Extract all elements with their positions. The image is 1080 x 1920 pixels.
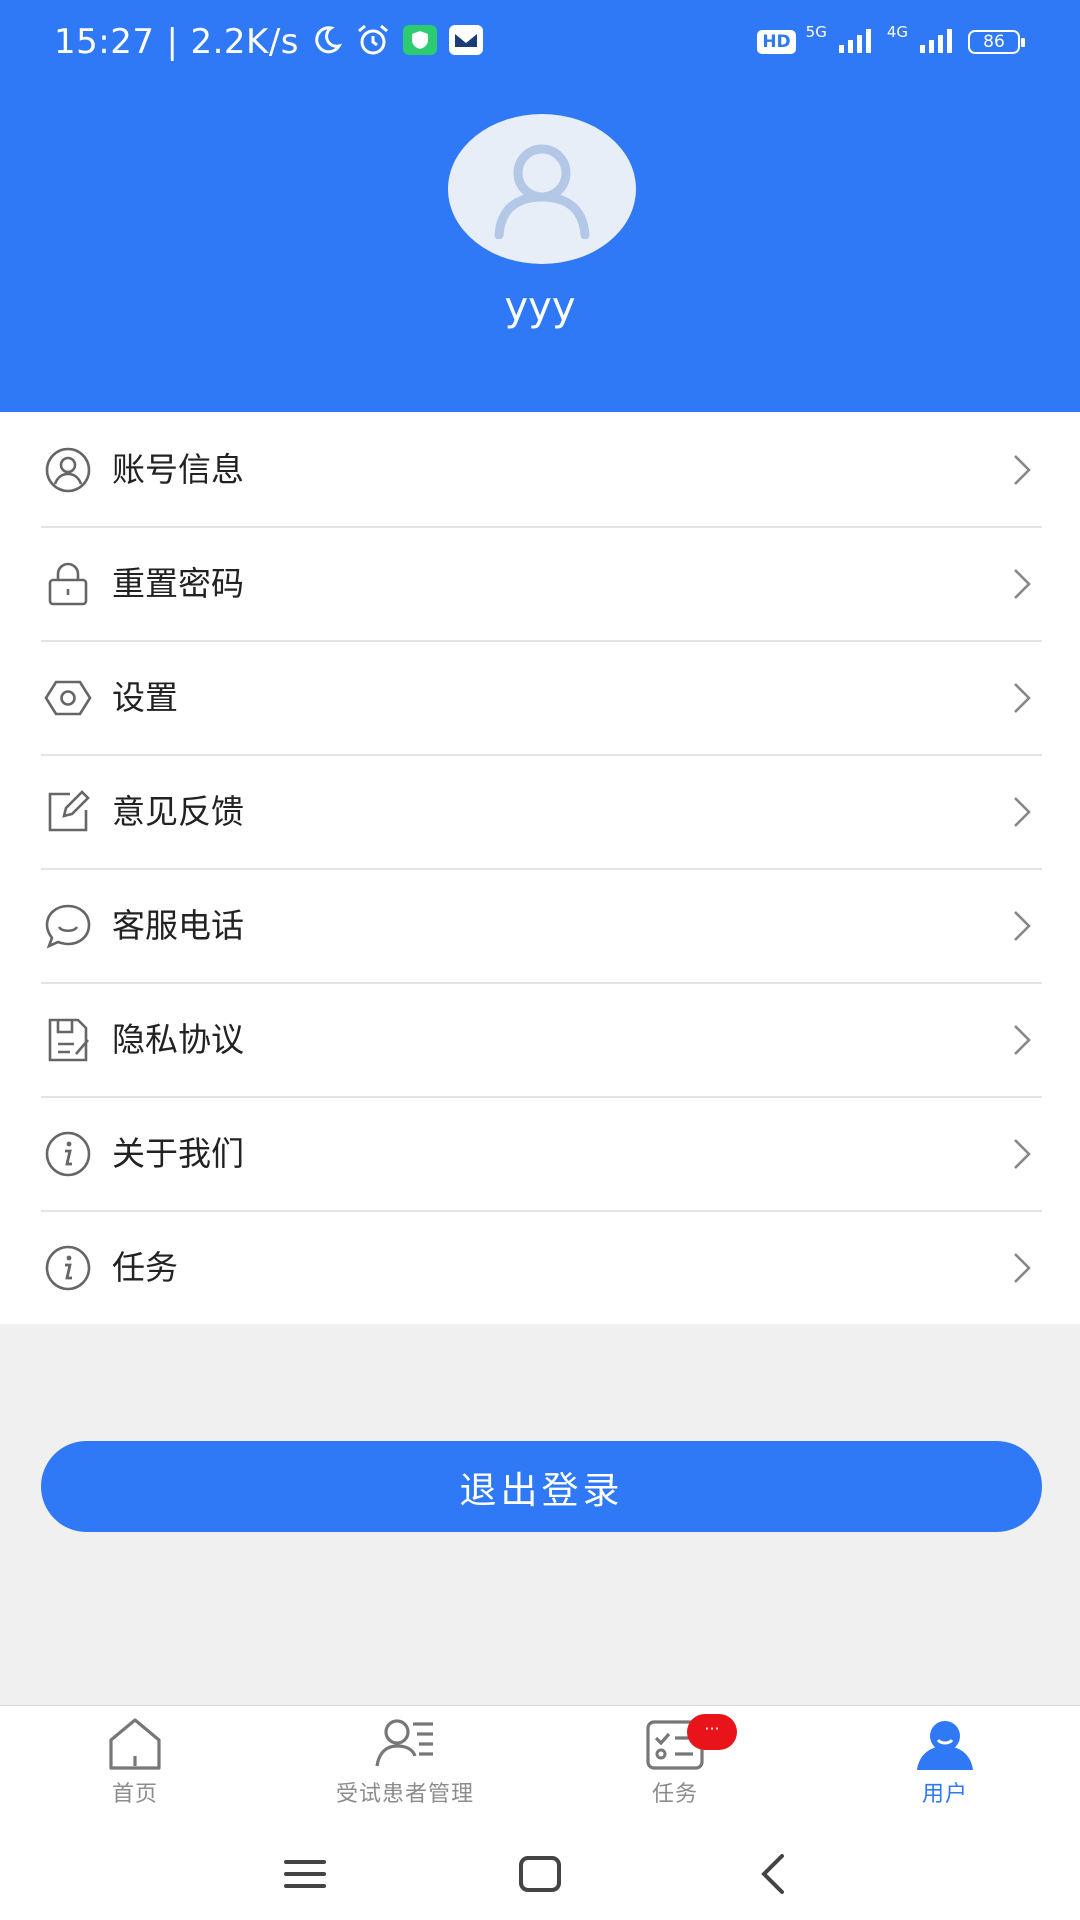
moon-icon [311, 24, 343, 60]
menu-item-reset-password[interactable]: 重置密码 [0, 526, 1080, 640]
menu-item-about-us[interactable]: 关于我们 [0, 1096, 1080, 1210]
tab-label: 用户 [921, 1782, 968, 1807]
settings-hexagon-icon [44, 674, 92, 722]
tab-label: 受试患者管理 [335, 1782, 474, 1807]
info-icon [44, 1130, 92, 1178]
signal-icon [837, 27, 877, 57]
menu-item-account-info[interactable]: 账号信息 [0, 412, 1080, 526]
tab-label: 任务 [651, 1782, 698, 1807]
home-icon [105, 1716, 165, 1772]
patient-list-icon [375, 1716, 435, 1772]
battery-level: 86 [983, 32, 1005, 52]
info-icon [44, 1244, 92, 1292]
net-4g-label: 4G [886, 23, 908, 41]
status-time: 15:27 [54, 22, 155, 62]
username: yyy [504, 284, 576, 330]
menu-item-label: 账号信息 [112, 450, 244, 489]
status-right: HD 5G 4G 86 [757, 20, 1025, 64]
user-circle-icon [44, 446, 92, 494]
net-5g-label: 5G [805, 23, 827, 41]
mail-app-icon [449, 25, 483, 59]
chevron-right-icon [1008, 1022, 1036, 1058]
tab-label: 首页 [111, 1782, 158, 1807]
menu-icon[interactable] [276, 1848, 336, 1900]
chevron-right-icon [1008, 452, 1036, 488]
menu-item-tasks[interactable]: 任务 [0, 1210, 1080, 1324]
document-icon [44, 1016, 92, 1064]
lock-icon [44, 560, 92, 608]
menu-item-label: 任务 [112, 1248, 178, 1287]
tab-patient-management[interactable]: 受试患者管理 [270, 1716, 540, 1816]
user-avatar-icon[interactable] [448, 114, 636, 264]
chat-bubble-icon [44, 902, 92, 950]
menu-item-label: 意见反馈 [112, 792, 244, 831]
status-left: 15:27 | 2.2K/s [54, 20, 483, 64]
chevron-right-icon [1008, 566, 1036, 602]
menu-item-label: 设置 [112, 678, 178, 717]
network-speed: 2.2K/s [190, 22, 299, 62]
edit-icon [44, 788, 92, 836]
task-icon: ··· [645, 1714, 737, 1772]
chevron-right-icon [1008, 908, 1036, 944]
tab-tasks[interactable]: ··· 任务 [540, 1714, 810, 1816]
menu-item-settings[interactable]: 设置 [0, 640, 1080, 754]
logout-button[interactable]: 退出登录 [41, 1441, 1042, 1532]
status-bar: 15:27 | 2.2K/s HD 5G 4G 86 [0, 0, 1080, 84]
signal-icon [918, 27, 958, 57]
menu-item-label: 隐私协议 [112, 1020, 244, 1059]
menu-item-feedback[interactable]: 意见反馈 [0, 754, 1080, 868]
settings-menu: 账号信息 重置密码 设置 意见反馈 客服电话 隐私协议 关于我们 任务 [0, 412, 1080, 1324]
menu-item-label: 关于我们 [112, 1134, 244, 1173]
tab-user[interactable]: 用户 [810, 1716, 1080, 1816]
chevron-right-icon [1008, 680, 1036, 716]
menu-item-customer-service[interactable]: 客服电话 [0, 868, 1080, 982]
chevron-right-icon [1008, 1250, 1036, 1286]
menu-item-privacy-agreement[interactable]: 隐私协议 [0, 982, 1080, 1096]
status-divider: | [166, 22, 179, 62]
menu-item-label: 重置密码 [112, 564, 244, 603]
home-square-icon[interactable] [510, 1848, 570, 1900]
back-icon[interactable] [746, 1848, 806, 1900]
menu-item-label: 客服电话 [112, 906, 244, 945]
system-navigation-bar [0, 1830, 1080, 1920]
battery-icon: 86 [968, 30, 1025, 54]
shield-app-icon [403, 25, 437, 59]
notification-badge: ··· [687, 1714, 737, 1750]
user-icon [915, 1716, 975, 1772]
tab-home[interactable]: 首页 [0, 1716, 270, 1816]
bottom-tab-bar: 首页 受试患者管理 ··· 任务 用户 [0, 1705, 1080, 1831]
profile-header: 15:27 | 2.2K/s HD 5G 4G 86 yyy [0, 0, 1080, 412]
chevron-right-icon [1008, 1136, 1036, 1172]
alarm-icon [355, 23, 391, 61]
hd-badge: HD [757, 30, 796, 54]
chevron-right-icon [1008, 794, 1036, 830]
